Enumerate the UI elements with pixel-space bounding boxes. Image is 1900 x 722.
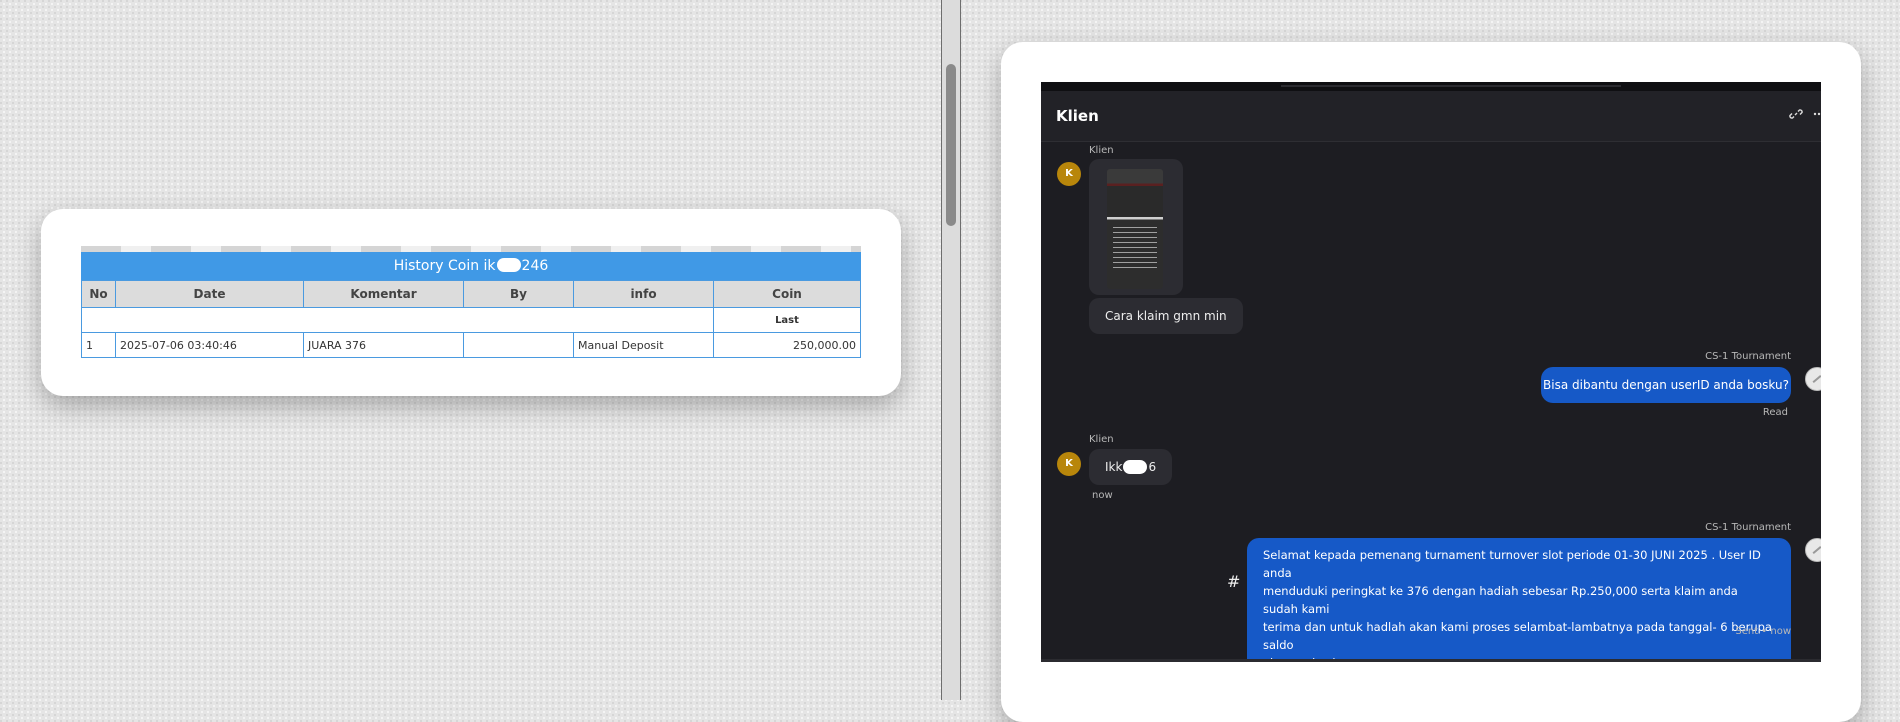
sender-label: CS-1 Tournament <box>1705 522 1791 533</box>
sender-label: Klien <box>1089 145 1114 156</box>
chat-top-bar <box>1041 82 1821 91</box>
col-header-date: Date <box>115 280 304 308</box>
hash-icon: # <box>1227 572 1241 591</box>
split-divider[interactable] <box>941 0 961 700</box>
col-header-info: info <box>573 280 714 308</box>
agent-avatar <box>1805 538 1821 562</box>
message-text-suffix: 6 <box>1148 460 1157 474</box>
chat-header: Klien <box>1041 91 1821 142</box>
col-header-coin: Coin <box>713 280 861 308</box>
sender-label: CS-1 Tournament <box>1705 351 1791 362</box>
cell-coin: 250,000.00 <box>713 332 861 358</box>
cell-date: 2025-07-06 03:40:46 <box>115 332 304 358</box>
message-bubble-outgoing: Bisa dibantu dengan userID anda bosku? <box>1541 367 1791 403</box>
history-coin-panel: History Coin ik 246 No Date Komentar By i… <box>81 246 861 358</box>
avatar: K <box>1057 162 1081 186</box>
read-status: Read <box>1762 407 1788 418</box>
thumbnail-text-lines <box>1113 227 1157 271</box>
sender-label: Klien <box>1089 434 1114 445</box>
history-title-suffix: 246 <box>521 258 549 274</box>
history-table: No Date Komentar By info Coin Last 1 202… <box>81 280 861 358</box>
composer-edge <box>1041 659 1821 662</box>
table-row: 1 2025-07-06 03:40:46 JUARA 376 Manual D… <box>81 332 861 358</box>
cell-info: Manual Deposit <box>573 332 714 358</box>
image-attachment[interactable] <box>1089 159 1183 295</box>
scrollbar-thumb[interactable] <box>946 64 956 226</box>
message-line: menduduki peringkat ke 376 dengan hadiah… <box>1263 584 1738 616</box>
last-label: Last <box>713 307 861 333</box>
avatar: K <box>1057 452 1081 476</box>
last-row-spacer <box>81 307 714 333</box>
message-bubble-outgoing: Selamat kepada pemenang turnament turnov… <box>1247 538 1791 662</box>
sent-status: Sent • now <box>1735 626 1791 637</box>
col-header-by: By <box>463 280 574 308</box>
message-line: terima dan untuk hadlah akan kami proses… <box>1263 620 1772 652</box>
message-bubble: Ikk 6 <box>1089 449 1173 485</box>
col-header-komentar: Komentar <box>303 280 464 308</box>
chat-title: Klien <box>1056 107 1099 125</box>
agent-avatar <box>1805 367 1821 391</box>
message-time: now <box>1092 490 1113 501</box>
redaction-blur <box>496 258 521 272</box>
chat-window: Klien Klien K Cara klaim gmn min CS-1 To… <box>1041 82 1821 662</box>
link-icon[interactable] <box>1789 107 1803 125</box>
table-header-row: No Date Komentar By info Coin <box>81 280 861 308</box>
cell-no: 1 <box>81 332 116 358</box>
header-actions <box>1789 107 1821 125</box>
chat-screenshot-card: Klien Klien K Cara klaim gmn min CS-1 To… <box>1001 42 1861 722</box>
history-title: History Coin ik 246 <box>81 252 861 280</box>
message-bubble: Cara klaim gmn min <box>1089 298 1243 334</box>
more-icon[interactable] <box>1813 107 1821 125</box>
table-row-last: Last <box>81 307 861 333</box>
history-coin-card: History Coin ik 246 No Date Komentar By i… <box>41 209 901 396</box>
col-header-no: No <box>81 280 116 308</box>
redaction-blur <box>1123 459 1148 474</box>
history-title-prefix: History Coin ik <box>393 258 496 274</box>
cell-komentar: JUARA 376 <box>303 332 464 358</box>
cell-by <box>463 332 574 358</box>
message-line: Selamat kepada pemenang turnament turnov… <box>1263 548 1761 580</box>
message-text-prefix: Ikk <box>1105 460 1123 474</box>
